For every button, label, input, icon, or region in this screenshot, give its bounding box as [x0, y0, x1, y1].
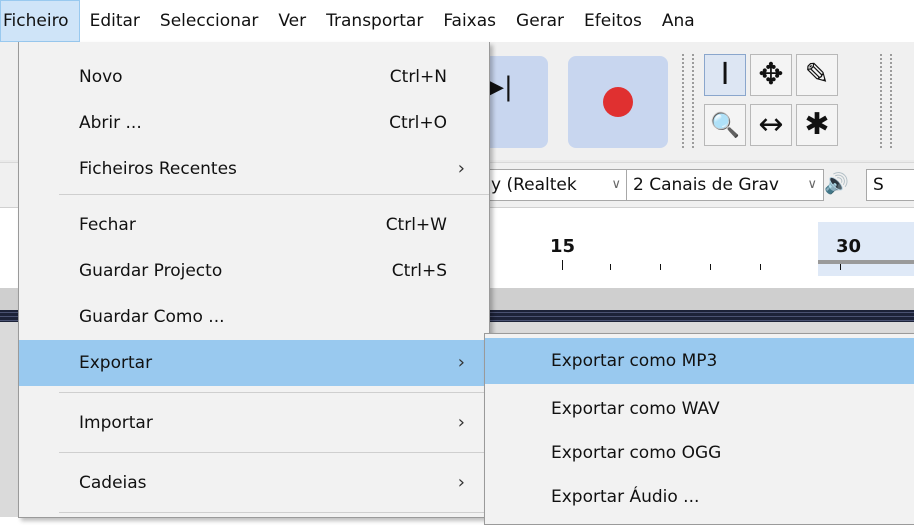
menu-item-exportar[interactable]: Exportar › [19, 340, 489, 386]
zoom-tool-icon[interactable]: 🔍 [704, 104, 746, 146]
loop-bar[interactable] [818, 260, 914, 264]
menu-bar: Ficheiro Editar Seleccionar Ver Transpor… [0, 0, 914, 42]
menu-item-label: Exportar Áudio ... [551, 487, 700, 507]
draw-tool-icon[interactable]: ✎ [796, 54, 838, 96]
channels-value: 2 Canais de Grav [633, 175, 779, 195]
menu-faixas[interactable]: Faixas [433, 0, 506, 42]
toolbar-grip-2[interactable] [880, 54, 892, 148]
menu-separator [59, 194, 489, 195]
menu-item-label: Exportar como OGG [551, 443, 722, 463]
timeline-tick [562, 260, 563, 270]
chevron-right-icon: › [457, 158, 465, 179]
selection-region [818, 222, 914, 276]
menu-item-guardar-como[interactable]: Guardar Como ... [19, 294, 489, 340]
input-device-value: y (Realtek [491, 175, 577, 195]
menu-separator [59, 452, 489, 453]
menu-item-shortcut: Ctrl+S [391, 261, 447, 281]
menu-item-abrir[interactable]: Abrir ... Ctrl+O [19, 100, 489, 146]
multi-tool-icon[interactable]: ✱ [796, 104, 838, 146]
menu-item-label: Guardar Projecto [79, 261, 223, 281]
timeline-tick [710, 264, 711, 270]
menu-efeitos[interactable]: Efeitos [574, 0, 652, 42]
timeline-tick [660, 264, 661, 270]
export-submenu: Exportar como MP3 Exportar como WAV Expo… [484, 333, 914, 525]
chevron-right-icon: › [457, 472, 465, 493]
file-menu-dropdown: Novo Ctrl+N Abrir ... Ctrl+O Ficheiros R… [18, 42, 490, 518]
menu-item-cadeias[interactable]: Cadeias › [19, 460, 489, 506]
record-button[interactable] [568, 56, 668, 148]
menu-analisar[interactable]: Ana [652, 0, 705, 42]
menu-item-label: Exportar como MP3 [551, 351, 718, 371]
chevron-right-icon: › [457, 352, 465, 373]
menu-item-ficheiros-recentes[interactable]: Ficheiros Recentes › [19, 146, 489, 192]
menu-item-label: Abrir ... [79, 113, 142, 133]
output-select-value: S [873, 175, 884, 195]
timeline-label-30: 30 [836, 236, 862, 257]
menu-item-label: Cadeias [79, 473, 147, 493]
menu-gerar[interactable]: Gerar [506, 0, 574, 42]
menu-item-label: Fechar [79, 215, 136, 235]
menu-transportar[interactable]: Transportar [316, 0, 433, 42]
menu-item-label: Exportar como WAV [551, 399, 720, 419]
menu-item-exportar-ogg[interactable]: Exportar como OGG [485, 430, 914, 476]
input-device-select[interactable]: y (Realtek ∨ [484, 169, 628, 201]
channels-select[interactable]: 2 Canais de Grav ∨ [626, 169, 824, 201]
menu-ficheiro[interactable]: Ficheiro [0, 0, 80, 42]
menu-separator [59, 512, 489, 513]
menu-item-shortcut: Ctrl+O [389, 113, 447, 133]
menu-item-novo[interactable]: Novo Ctrl+N [19, 54, 489, 100]
chevron-right-icon: › [457, 412, 465, 433]
menu-item-importar[interactable]: Importar › [19, 400, 489, 446]
menu-item-label: Novo [79, 67, 123, 87]
menu-item-exportar-wav[interactable]: Exportar como WAV [485, 386, 914, 432]
toolbar-grip[interactable] [682, 54, 694, 148]
menu-item-label: Importar [79, 413, 153, 433]
chevron-down-icon: ∨ [807, 177, 817, 192]
menu-seleccionar[interactable]: Seleccionar [150, 0, 268, 42]
menu-item-fechar[interactable]: Fechar Ctrl+W [19, 202, 489, 248]
speaker-icon[interactable]: 🔊 [824, 171, 849, 195]
menu-item-exportar-mp3[interactable]: Exportar como MP3 [485, 338, 914, 384]
menu-separator [59, 392, 489, 393]
menu-ver[interactable]: Ver [268, 0, 316, 42]
menu-item-label: Ficheiros Recentes [79, 159, 237, 179]
chevron-down-icon: ∨ [611, 177, 621, 192]
menu-item-exportar-audio[interactable]: Exportar Áudio ... [485, 474, 914, 520]
menu-item-label: Exportar [79, 353, 153, 373]
menu-item-guardar-projecto[interactable]: Guardar Projecto Ctrl+S [19, 248, 489, 294]
menu-item-label: Guardar Como ... [79, 307, 225, 327]
timeline-tick [610, 264, 611, 270]
record-icon [603, 87, 633, 117]
menu-item-shortcut: Ctrl+W [385, 215, 447, 235]
selection-tool-icon[interactable]: I [704, 54, 746, 96]
time-shift-tool-icon[interactable]: ↔ [750, 104, 792, 146]
timeline-tick [760, 264, 761, 270]
menu-item-shortcut: Ctrl+N [389, 67, 447, 87]
output-select[interactable]: S [866, 169, 914, 201]
envelope-tool-icon[interactable]: ✥ [750, 54, 792, 96]
timeline-label-15: 15 [550, 236, 576, 257]
menu-editar[interactable]: Editar [80, 0, 150, 42]
